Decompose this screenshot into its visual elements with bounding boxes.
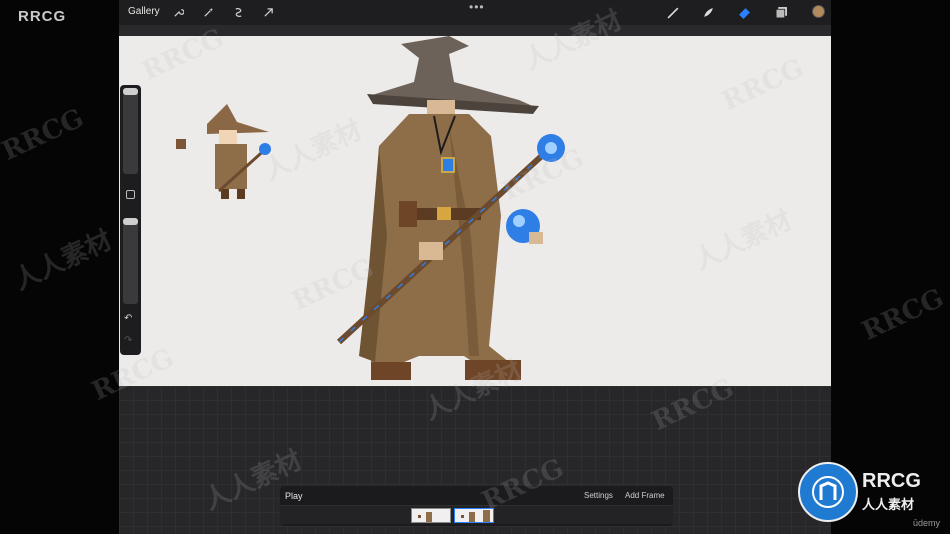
watermark-text: RRCG: [0, 103, 89, 167]
small-head-sprite: [176, 139, 186, 149]
settings-button[interactable]: Settings: [584, 491, 613, 500]
modify-button[interactable]: [126, 190, 135, 199]
redo-icon[interactable]: ↷: [124, 335, 132, 346]
opacity-thumb[interactable]: [123, 218, 138, 225]
color-picker-swatch[interactable]: [812, 5, 825, 18]
animation-assist-panel: Play Settings Add Frame: [280, 486, 673, 526]
video-frame: RRCG Gallery ••• ↶ ↷ Play Settings Add F…: [0, 0, 950, 534]
frame-thumbnail[interactable]: [411, 508, 451, 523]
layers-icon[interactable]: [774, 5, 788, 19]
rrcg-logo-text: RRCG: [18, 8, 67, 25]
brush-icon[interactable]: [666, 5, 680, 19]
top-toolbar: Gallery •••: [119, 0, 831, 25]
watermark-text: RRCG: [857, 283, 949, 347]
magic-wand-icon[interactable]: [201, 5, 215, 19]
undo-icon[interactable]: ↶: [124, 313, 132, 324]
frames-timeline: [280, 505, 673, 524]
selection-icon[interactable]: [231, 5, 245, 19]
transform-arrow-icon[interactable]: [261, 5, 275, 19]
smudge-icon[interactable]: [701, 5, 715, 19]
opacity-slider[interactable]: [123, 218, 138, 304]
large-wizard-sprite: [336, 36, 565, 380]
play-button[interactable]: Play: [285, 491, 303, 501]
rrcg-badge-icon: [798, 462, 858, 522]
wrench-icon[interactable]: [171, 5, 185, 19]
badge-subtitle: 人人素材: [862, 497, 915, 512]
brush-size-thumb[interactable]: [123, 88, 138, 95]
add-frame-button[interactable]: Add Frame: [625, 491, 665, 500]
watermark-text: 人人素材: [9, 225, 117, 297]
left-sidebar: ↶ ↷: [120, 85, 141, 355]
udemy-logo: ūdemy: [913, 518, 941, 528]
badge-title: RRCG: [862, 470, 921, 492]
eraser-icon[interactable]: [737, 5, 751, 19]
more-options-handle[interactable]: •••: [469, 0, 485, 14]
brush-size-slider[interactable]: [123, 88, 138, 174]
gallery-button[interactable]: Gallery: [128, 6, 160, 17]
